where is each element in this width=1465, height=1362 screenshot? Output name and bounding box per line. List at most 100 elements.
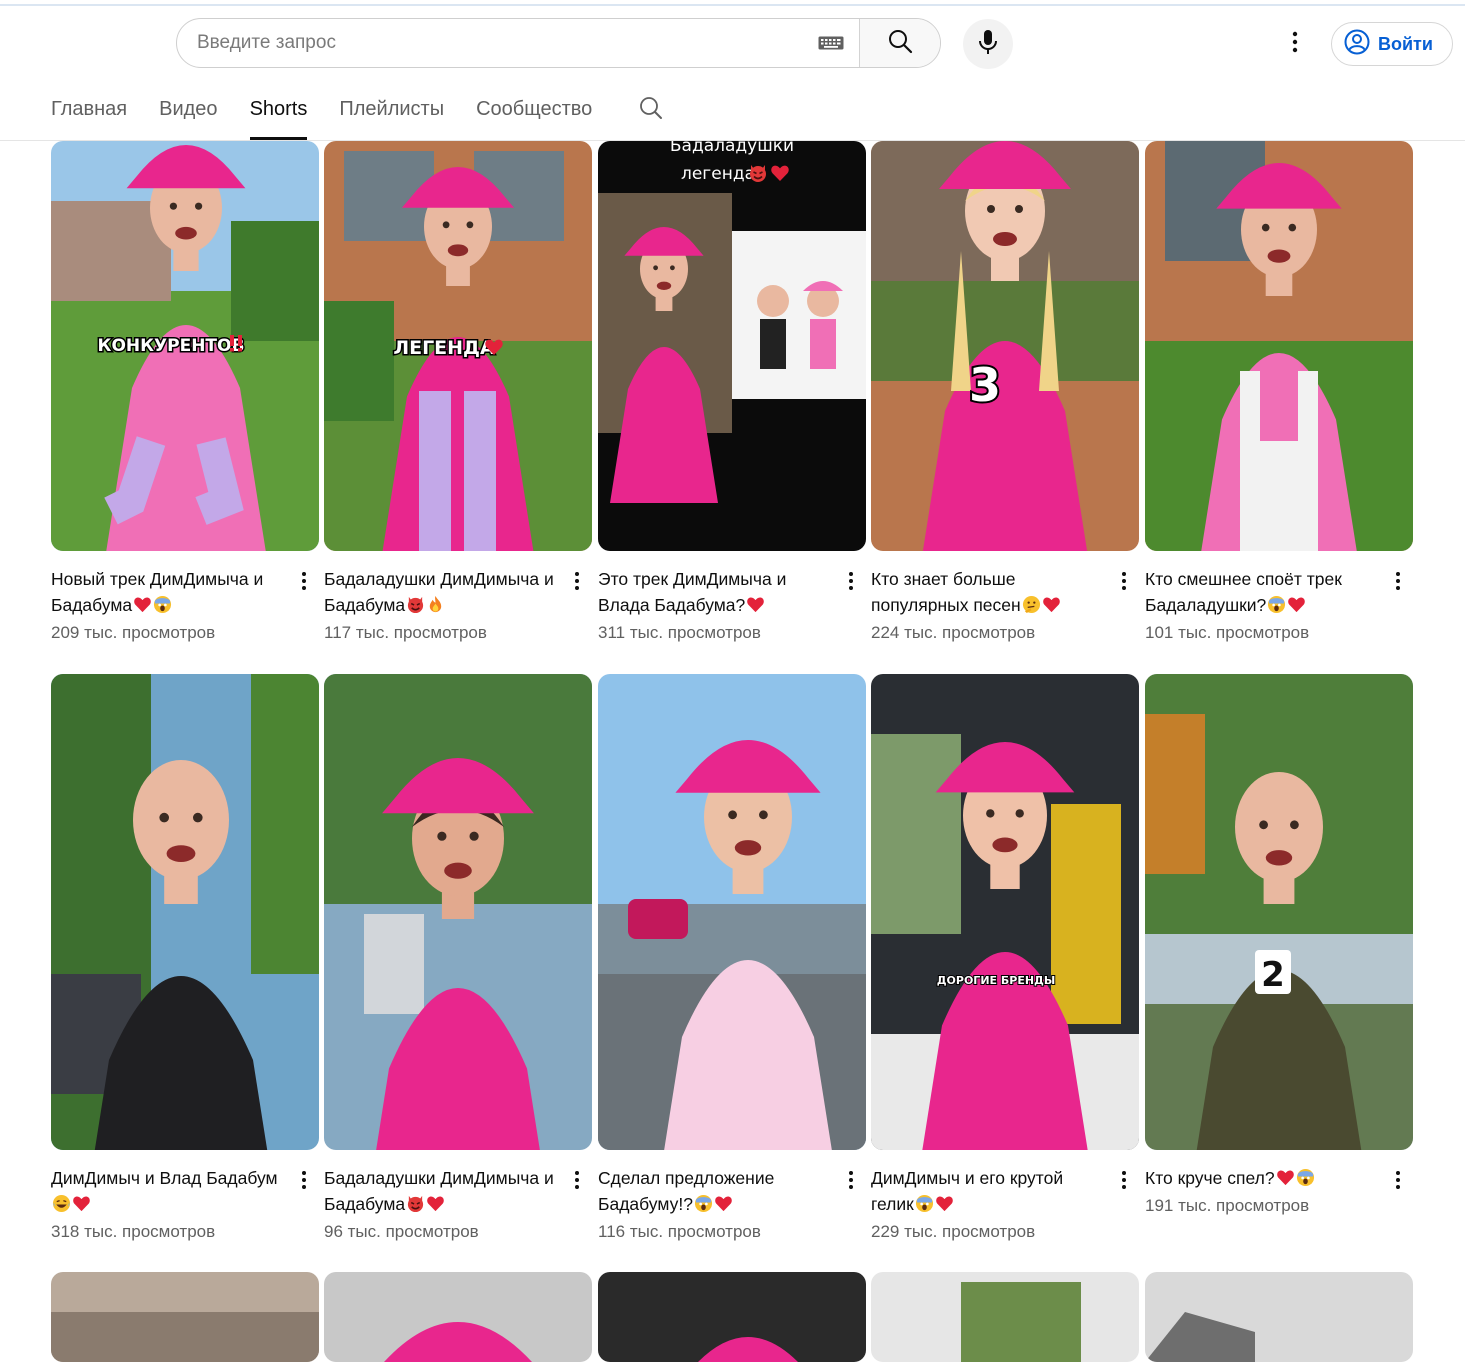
heart-emoji-icon <box>713 1194 733 1214</box>
microphone-icon <box>978 29 998 60</box>
more-vert-icon <box>1395 571 1401 596</box>
fire-emoji-icon <box>425 595 445 615</box>
short-title[interactable]: Новый трек ДимДимыча и Бадабума <box>51 566 289 618</box>
keyboard-icon[interactable] <box>811 19 851 67</box>
short-menu-button[interactable] <box>1387 570 1409 596</box>
view-count: 96 тыс. просмотров <box>324 1222 479 1241</box>
short-thumbnail[interactable]: ДОРОГИЕ БРЕНДЫ <box>871 674 1139 1150</box>
short-thumbnail[interactable]: Бадаладушки легенда <box>598 141 866 551</box>
view-count: 101 тыс. просмотров <box>1145 623 1310 642</box>
channel-search-button[interactable] <box>638 92 664 128</box>
short-title[interactable]: Кто смешнее споёт трек Бадаладушки? <box>1145 566 1383 618</box>
short-title[interactable]: ДимДимыч и Влад Бадабум <box>51 1165 289 1217</box>
short-details: Сделал предложение Бадабуму!? 116 тыс. пр… <box>598 1165 866 1243</box>
more-vert-icon <box>301 571 307 596</box>
short-thumbnail[interactable] <box>598 674 866 1150</box>
voice-search-button[interactable] <box>963 19 1013 69</box>
scream-emoji-icon <box>1295 1168 1315 1188</box>
short-menu-button[interactable] <box>293 1169 315 1195</box>
account-circle-icon <box>1344 29 1370 60</box>
tab-community[interactable]: Сообщество <box>476 92 592 138</box>
view-count: 116 тыс. просмотров <box>598 1222 761 1241</box>
view-count: 318 тыс. просмотров <box>51 1222 216 1241</box>
short-menu-button[interactable] <box>566 570 588 596</box>
heart-emoji-icon <box>71 1194 91 1214</box>
short-details: ДимДимыч и его крутой гелик 229 тыс. прос… <box>871 1165 1139 1243</box>
more-vert-icon <box>1292 31 1298 58</box>
short-thumbnail[interactable] <box>1145 1272 1413 1362</box>
sign-in-label: Войти <box>1378 33 1433 54</box>
short-thumbnail[interactable] <box>598 1272 866 1362</box>
short-menu-button[interactable] <box>1113 1169 1135 1195</box>
short-title[interactable]: Бадаладушки ДимДимыча и Бадабума <box>324 566 562 618</box>
channel-tabs: Главная Видео Shorts Плейлисты Сообществ… <box>51 92 664 140</box>
short-details: Новый трек ДимДимыча и Бадабума 209 тыс. … <box>51 566 319 644</box>
short-thumbnail[interactable] <box>324 674 592 1150</box>
tab-shorts[interactable]: Shorts <box>249 92 307 140</box>
heart-emoji-icon <box>745 595 765 615</box>
short-thumbnail[interactable]: 2 <box>1145 674 1413 1150</box>
short-thumbnail[interactable] <box>51 674 319 1150</box>
short-title-text: ДимДимыч и его крутой гелик <box>871 1168 1064 1214</box>
search-icon <box>638 95 664 126</box>
short-thumbnail[interactable] <box>871 1272 1139 1362</box>
more-vert-icon <box>1121 1170 1127 1195</box>
search-box <box>176 18 941 68</box>
short-menu-button[interactable] <box>1387 1169 1409 1195</box>
short-title[interactable]: ДимДимыч и его крутой гелик <box>871 1165 1109 1217</box>
short-menu-button[interactable] <box>1113 570 1135 596</box>
devil-emoji-icon <box>405 595 425 615</box>
more-vert-icon <box>1395 1170 1401 1195</box>
short-title[interactable]: Это трек ДимДимыча и Влада Бадабума? <box>598 566 836 618</box>
scream-emoji-icon <box>1266 595 1286 615</box>
svg-text:3: 3 <box>969 358 1001 412</box>
devil-emoji-icon <box>405 1194 425 1214</box>
settings-menu-button[interactable] <box>1278 24 1312 64</box>
more-vert-icon <box>1121 571 1127 596</box>
short-title[interactable]: Сделал предложение Бадабуму!? <box>598 1165 836 1217</box>
tab-home[interactable]: Главная <box>51 92 127 138</box>
view-count: 229 тыс. просмотров <box>871 1222 1036 1241</box>
search-button[interactable] <box>859 19 940 67</box>
short-menu-button[interactable] <box>840 1169 862 1195</box>
short-thumbnail[interactable] <box>51 1272 319 1362</box>
short-thumbnail[interactable]: ЛЕГЕНДА <box>324 141 592 551</box>
short-details: Это трек ДимДимыча и Влада Бадабума? 311 … <box>598 566 866 644</box>
short-details: Кто смешнее споёт трек Бадаладушки? 101 т… <box>1145 566 1413 644</box>
more-vert-icon <box>574 1170 580 1195</box>
svg-text:ДОРОГИЕ БРЕНДЫ: ДОРОГИЕ БРЕНДЫ <box>937 974 1055 987</box>
heart-emoji-icon <box>1041 595 1061 615</box>
search-input[interactable] <box>177 19 811 67</box>
short-thumbnail[interactable] <box>324 1272 592 1362</box>
short-thumbnail[interactable]: КОНКУРЕНТОВ <box>51 141 319 551</box>
short-menu-button[interactable] <box>840 570 862 596</box>
short-title[interactable]: Кто знает больше популярных песен <box>871 566 1109 618</box>
sign-in-button[interactable]: Войти <box>1331 22 1453 66</box>
short-thumbnail[interactable] <box>1145 141 1413 551</box>
view-count: 311 тыс. просмотров <box>598 623 761 642</box>
short-details: ДимДимыч и Влад Бадабум 318 тыс. просмотр… <box>51 1165 319 1243</box>
short-thumbnail[interactable]: 3 <box>871 141 1139 551</box>
short-title-text: Кто круче спел? <box>1145 1168 1275 1188</box>
short-menu-button[interactable] <box>566 1169 588 1195</box>
heart-emoji-icon <box>132 595 152 615</box>
short-menu-button[interactable] <box>293 570 315 596</box>
short-title[interactable]: Бадаладушки ДимДимыча и Бадабума <box>324 1165 562 1217</box>
short-title-text: Кто знает больше популярных песен <box>871 569 1021 615</box>
thinking-emoji-icon <box>1021 595 1041 615</box>
svg-text:Бадаладушки: Бадаладушки <box>670 141 794 156</box>
short-details: Бадаладушки ДимДимыча и Бадабума 117 тыс.… <box>324 566 592 644</box>
scream-emoji-icon <box>152 595 172 615</box>
tab-playlists[interactable]: Плейлисты <box>339 92 444 138</box>
short-title-text: Кто смешнее споёт трек Бадаладушки? <box>1145 569 1342 615</box>
short-title[interactable]: Кто круче спел? <box>1145 1165 1383 1191</box>
svg-text:2: 2 <box>1261 955 1285 995</box>
view-count: 209 тыс. просмотров <box>51 623 216 642</box>
scream-emoji-icon <box>914 1194 934 1214</box>
scream-emoji-icon <box>693 1194 713 1214</box>
short-title-text: Сделал предложение Бадабуму!? <box>598 1168 775 1214</box>
search-icon <box>887 28 913 59</box>
view-count: 224 тыс. просмотров <box>871 623 1036 642</box>
short-details: Бадаладушки ДимДимыча и Бадабума 96 тыс. … <box>324 1165 592 1243</box>
tab-videos[interactable]: Видео <box>159 92 217 138</box>
